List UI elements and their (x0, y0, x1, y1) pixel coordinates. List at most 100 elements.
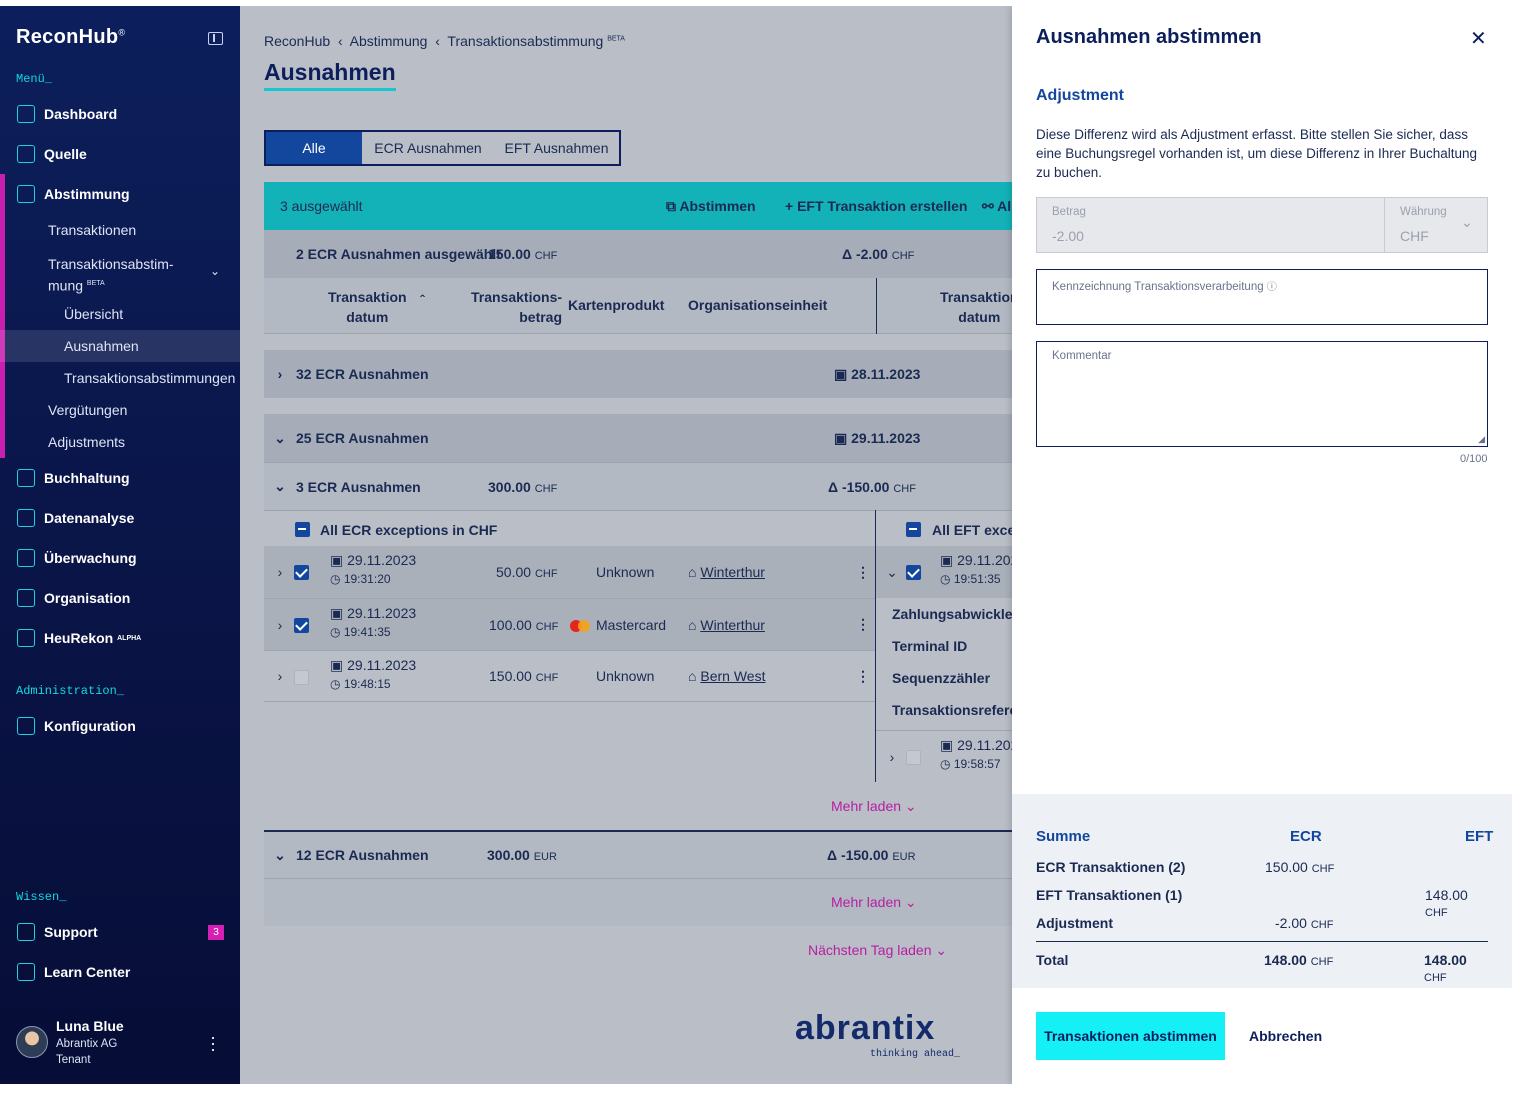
selection-summary-row: 2 ECR Ausnahmen ausgewählt 150.00 CHF Δ … (264, 230, 1012, 278)
clock-icon: ◷ (940, 572, 951, 586)
close-icon[interactable]: ✕ (1470, 26, 1487, 51)
avatar[interactable] (16, 1026, 48, 1058)
sidebar-item-heurekon[interactable]: HeuRekon ALPHA (0, 622, 240, 654)
wissen-section-label: Wissen_ (16, 890, 67, 904)
more-action-button[interactable]: ⚯ Al (982, 198, 1011, 215)
clock-icon: ◷ (330, 625, 341, 639)
source-icon (17, 145, 35, 163)
row-menu-icon[interactable]: ⋮ (856, 668, 870, 685)
reconcile-panel: Ausnahmen abstimmen ✕ Adjustment Diese D… (1012, 6, 1512, 1084)
kommentar-textarea[interactable]: Kommentar ◢ (1036, 341, 1488, 447)
support-count-badge: 3 (208, 925, 224, 940)
resize-handle-icon[interactable]: ◢ (1478, 434, 1485, 445)
table-row[interactable]: › ▣ 29.11.2023 ◷ 19:31:20 50.00 CHF Unkn… (264, 546, 875, 598)
subgroup-row[interactable]: ⌄ 3 ECR Ausnahmen 300.00 CHF Δ -150.00 C… (264, 462, 1012, 510)
calendar-icon: ▣ (330, 657, 344, 673)
col-kartenprodukt[interactable]: Kartenprodukt (568, 297, 664, 313)
active-section-indicator (0, 174, 5, 458)
config-icon (17, 717, 35, 735)
chevron-right-icon[interactable]: › (272, 564, 288, 580)
col-eft-transaktion-datum[interactable]: Transaktion datum (940, 287, 1019, 327)
sidebar-collapse-icon[interactable] (208, 32, 223, 45)
kennzeichnung-input[interactable]: Kennzeichnung Transaktionsverarbeitung ⓘ (1036, 269, 1488, 325)
help-icon: ⓘ (1266, 282, 1277, 293)
summary-section: Summe ECR EFT ECR Transaktionen (2) 150.… (1012, 794, 1512, 988)
group-row[interactable]: ⌄ 25 ECR Ausnahmen ▣ 29.11.2023 (264, 414, 1012, 462)
eft-table-row[interactable]: ⌄ ▣ 29.11.202 ◷ 19:51:35 (876, 546, 1018, 598)
mastercard-icon (570, 619, 590, 632)
eft-row-checkbox[interactable] (906, 750, 921, 765)
sidebar-item-ausnahmen[interactable]: Ausnahmen (64, 338, 139, 354)
row-checkbox[interactable] (294, 670, 309, 685)
breadcrumb-reconhub[interactable]: ReconHub (264, 33, 330, 49)
col-transaktion-datum[interactable]: Transaktion datum (328, 287, 407, 327)
sort-asc-icon[interactable]: ˆ (420, 292, 425, 308)
sidebar-item-adjustments[interactable]: Adjustments (48, 434, 125, 450)
user-menu-icon[interactable]: · · · (208, 1028, 218, 1058)
chevron-left-icon: ‹ (435, 33, 440, 49)
brand-tagline: thinking ahead_ (870, 1049, 961, 1060)
chevron-down-icon[interactable]: ⌄ (272, 478, 288, 495)
group-row[interactable]: ⌄ 12 ECR Ausnahmen 300.00 EUR Δ -150.00 … (264, 830, 1012, 878)
sidebar-item-ueberwachung[interactable]: Überwachung (0, 542, 240, 574)
breadcrumb-abstimmung[interactable]: Abstimmung (350, 33, 428, 49)
mehr-laden-link[interactable]: Mehr laden ⌄ (831, 894, 917, 911)
eft-create-button[interactable]: + EFT Transaktion erstellen (785, 198, 967, 214)
tab-alle[interactable]: Alle (266, 132, 362, 164)
eft-detail-label: Transaktionsreferen (892, 702, 1012, 718)
location-icon: ⌂ (688, 616, 697, 633)
row-checkbox[interactable] (294, 618, 309, 633)
user-company: Abrantix AG (56, 1038, 118, 1050)
row-menu-icon[interactable]: ⋮ (856, 616, 870, 633)
sidebar-item-transaktionen[interactable]: Transaktionen (48, 222, 136, 238)
eft-row-checkbox[interactable] (906, 565, 921, 580)
logo: ReconHub® (16, 26, 126, 48)
row-menu-icon[interactable]: ⋮ (856, 564, 870, 581)
select-all-ecr-checkbox[interactable] (295, 522, 310, 537)
breadcrumb: ReconHub ‹ Abstimmung ‹ Transaktionsabst… (264, 33, 625, 49)
app-window: ReconHub® Menü_ Dashboard Quelle Abstimm… (0, 6, 1512, 1084)
sidebar-item-learn-center[interactable]: Learn Center (0, 956, 240, 988)
sidebar-item-transaktionsabstimmungen[interactable]: Transaktionsabstimmungen (64, 370, 235, 386)
col-transaktionsbetrag[interactable]: Transaktions-betrag (471, 287, 562, 327)
chevron-right-icon[interactable]: › (884, 749, 900, 765)
sidebar-item-transaktionsabstimmung[interactable]: Transaktionsabstim-mung BETA (48, 255, 174, 296)
sidebar-item-konfiguration[interactable]: Konfiguration (0, 710, 240, 742)
tab-eft-ausnahmen[interactable]: EFT Ausnahmen (494, 132, 619, 164)
calendar-icon: ▣ (834, 365, 848, 382)
sidebar-item-organisation[interactable]: Organisation (0, 582, 240, 614)
chevron-down-icon[interactable]: ⌄ (272, 847, 288, 864)
row-checkbox[interactable] (294, 565, 309, 580)
chevron-down-icon[interactable]: ⌄ (884, 564, 900, 581)
group-row[interactable]: › 32 ECR Ausnahmen ▣ 28.11.2023 (264, 350, 1012, 398)
abstimmen-button[interactable]: ⧉ Abstimmen (666, 198, 756, 215)
sidebar-item-buchhaltung[interactable]: Buchhaltung (0, 462, 240, 494)
sidebar-item-abstimmung[interactable]: Abstimmung (0, 178, 240, 210)
sidebar-item-support[interactable]: Support (0, 916, 240, 948)
col-organisationseinheit[interactable]: Organisationseinheit (688, 297, 827, 313)
sidebar-item-verguetungen[interactable]: Vergütungen (48, 402, 127, 418)
transaktionen-abstimmen-button[interactable]: Transaktionen abstimmen (1036, 1012, 1225, 1060)
chevron-down-icon[interactable]: ⌄ (272, 430, 288, 447)
sidebar-item-uebersicht[interactable]: Übersicht (64, 306, 123, 322)
tab-ecr-ausnahmen[interactable]: ECR Ausnahmen (362, 132, 494, 164)
eft-table-row[interactable]: › ▣ 29.11.202 ◷ 19:58:57 (876, 730, 1018, 782)
chevron-right-icon[interactable]: › (272, 366, 288, 382)
calendar-icon: ▣ (834, 429, 848, 446)
chevron-right-icon[interactable]: › (272, 617, 288, 633)
chevron-right-icon[interactable]: › (272, 668, 288, 684)
sidebar-item-quelle[interactable]: Quelle (0, 138, 240, 170)
table-row[interactable]: › ▣ 29.11.2023 ◷ 19:41:35 100.00 CHF Mas… (264, 598, 875, 650)
chevron-down-icon[interactable]: ⌄ (210, 264, 220, 278)
sidebar-item-dashboard[interactable]: Dashboard (0, 98, 240, 130)
select-all-eft-checkbox[interactable] (906, 522, 921, 537)
sidebar-item-datenanalyse[interactable]: Datenanalyse (0, 502, 240, 534)
table-row[interactable]: › ▣ 29.11.2023 ◷ 19:48:15 150.00 CHF Unk… (264, 650, 875, 702)
mehr-laden-link[interactable]: Mehr laden ⌄ (831, 798, 917, 815)
chat-icon (17, 923, 35, 941)
naechsten-tag-laden-link[interactable]: Nächsten Tag laden ⌄ (808, 942, 947, 959)
breadcrumb-transaktionsabstimmung[interactable]: Transaktionsabstimmung (447, 33, 603, 49)
chevron-left-icon: ‹ (337, 33, 343, 49)
calendar-icon: ▣ (330, 605, 344, 621)
abbrechen-button[interactable]: Abbrechen (1249, 1028, 1322, 1044)
